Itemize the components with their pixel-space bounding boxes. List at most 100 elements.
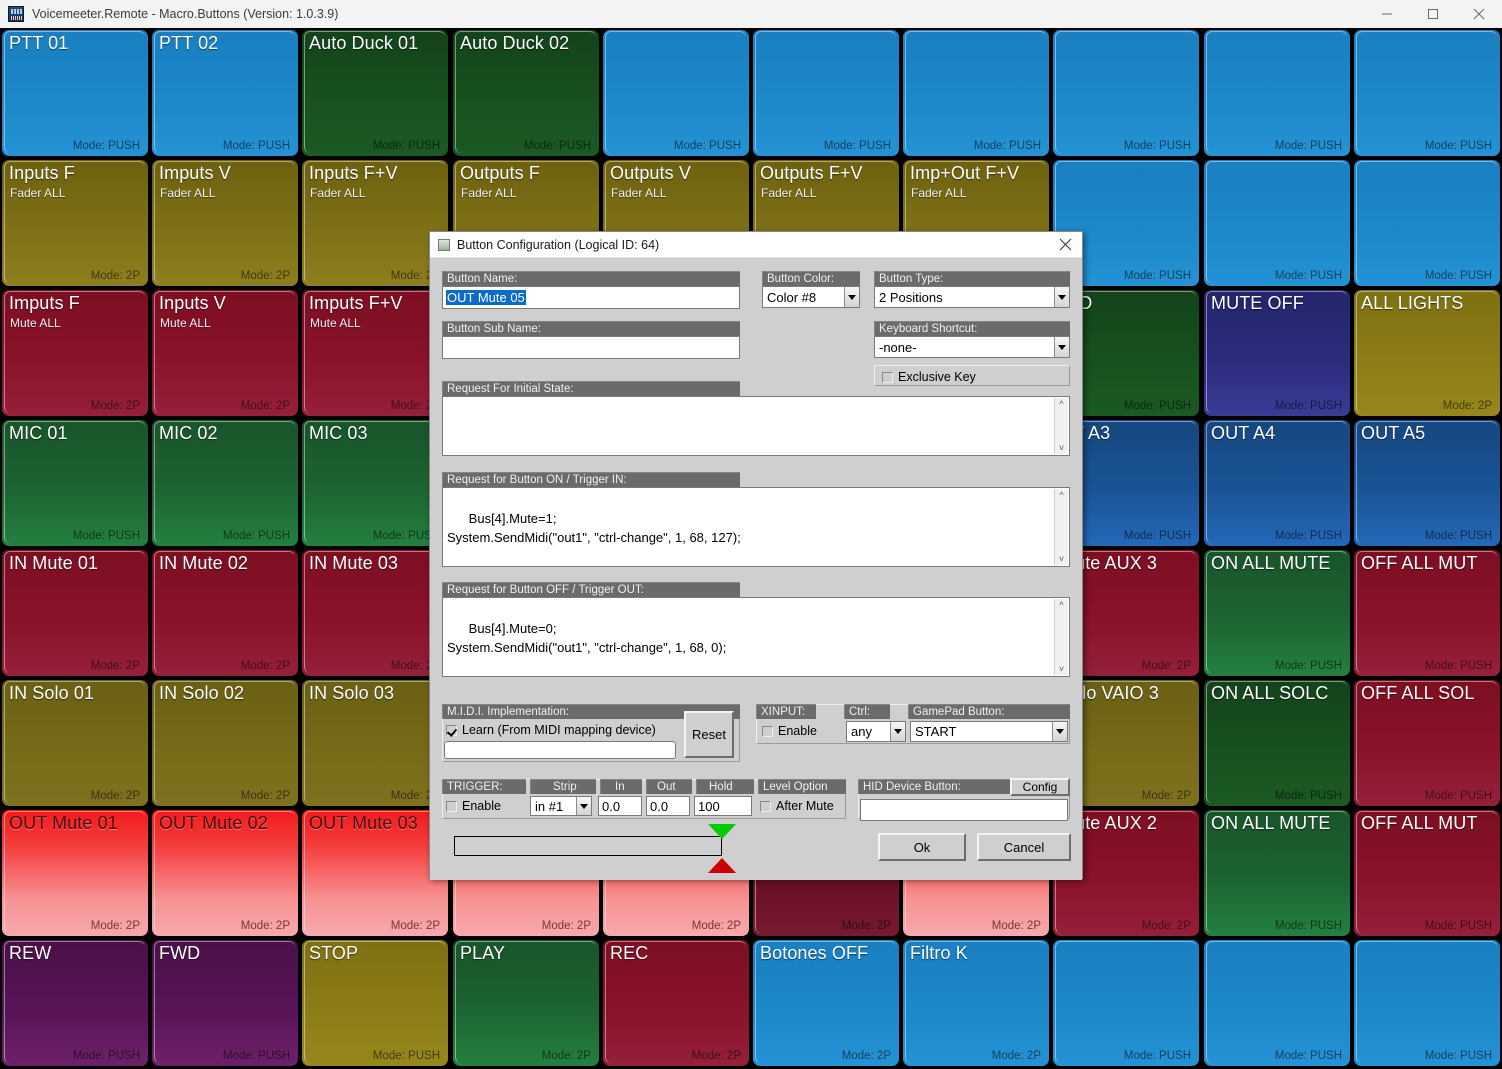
macro-pad-empty-79[interactable]: Mode: PUSH: [1354, 940, 1500, 1066]
macro-pad-mic-02[interactable]: MIC 02 Mode: PUSH: [152, 420, 298, 546]
macro-pad-off-all-mut[interactable]: OFF ALL MUT Mode: PUSH: [1354, 550, 1500, 676]
macro-pad-stop[interactable]: STOP Mode: PUSH: [302, 940, 448, 1066]
xinput-gamepad-value: START: [915, 724, 957, 739]
scrollbar[interactable]: ^ ˅: [1054, 489, 1068, 565]
exclusive-key-label: Exclusive Key: [898, 370, 976, 384]
chevron-down-icon[interactable]: [1054, 337, 1069, 357]
macro-pad-ptt-01[interactable]: PTT 01 Mode: PUSH: [2, 30, 148, 156]
macro-pad-empty-6[interactable]: Mode: PUSH: [903, 30, 1049, 156]
chevron-down-icon[interactable]: [1054, 287, 1069, 307]
macro-pad-imputs-f-v[interactable]: Imputs F+V Mute ALL Mode: 2P: [302, 290, 448, 416]
macro-pad-inputs-f[interactable]: Inputs F Fader ALL Mode: 2P: [2, 160, 148, 286]
macro-pad-mic-01[interactable]: MIC 01 Mode: PUSH: [2, 420, 148, 546]
button-sub-name-input[interactable]: [442, 336, 740, 359]
hid-device-button-input[interactable]: [860, 799, 1068, 821]
macro-pad-in-mute-03[interactable]: IN Mute 03 Mode: 2P: [302, 550, 448, 676]
macro-pad-inputs-f-v[interactable]: Inputs F+V Fader ALL Mode: 2P: [302, 160, 448, 286]
pad-name: IN Solo 02: [159, 683, 245, 703]
macro-pad-all-lights[interactable]: ALL LIGHTS Mode: 2P: [1354, 290, 1500, 416]
cancel-button[interactable]: Cancel: [977, 833, 1071, 861]
macro-pad-imputs-v[interactable]: Imputs V Fader ALL Mode: 2P: [152, 160, 298, 286]
macro-pad-out-a4[interactable]: OUT A4 Mode: PUSH: [1204, 420, 1350, 546]
chevron-down-icon[interactable]: [844, 287, 859, 307]
trigger-in-input[interactable]: 0.0: [598, 796, 642, 816]
macro-pad-in-solo-02[interactable]: IN Solo 02 Mode: 2P: [152, 680, 298, 806]
macro-pad-in-solo-03[interactable]: IN Solo 03 Mode: 2P: [302, 680, 448, 806]
scrollbar[interactable]: ^ ˅: [1054, 599, 1068, 675]
macro-pad-in-mute-02[interactable]: IN Mute 02 Mode: 2P: [152, 550, 298, 676]
level-threshold-high-marker[interactable]: [708, 824, 736, 839]
xinput-gamepad-select[interactable]: START: [910, 721, 1068, 742]
button-name-input[interactable]: OUT Mute 05: [442, 286, 740, 309]
pad-mode: Mode: 2P: [1141, 790, 1191, 802]
button-color-select[interactable]: Color #8: [762, 286, 860, 308]
trigger-strip-select[interactable]: in #1: [530, 796, 592, 816]
macro-pad-off-all-mut[interactable]: OFF ALL MUT Mode: PUSH: [1354, 810, 1500, 936]
macro-pad-empty-7[interactable]: Mode: PUSH: [1053, 30, 1199, 156]
macro-pad-out-mute-03[interactable]: OUT Mute 03 Mode: 2P: [302, 810, 448, 936]
chevron-down-icon[interactable]: [1052, 722, 1067, 741]
macro-pad-on-all-mute[interactable]: ON ALL MUTE Mode: PUSH: [1204, 810, 1350, 936]
macro-pad-auto-duck-01[interactable]: Auto Duck 01 Mode: PUSH: [302, 30, 448, 156]
chevron-down-icon[interactable]: [890, 722, 905, 741]
xinput-enable-checkbox[interactable]: Enable: [762, 724, 817, 738]
trigger-hold-input[interactable]: 100: [694, 796, 752, 816]
minimize-button[interactable]: [1364, 0, 1410, 28]
macro-pad-play[interactable]: PLAY Mode: 2P: [453, 940, 599, 1066]
xinput-ctrl-select[interactable]: any: [846, 721, 906, 742]
pad-mode: Mode: 2P: [1442, 400, 1492, 412]
macro-pad-off-all-sol[interactable]: OFF ALL SOL Mode: PUSH: [1354, 680, 1500, 806]
window-controls: [1364, 0, 1502, 28]
macro-pad-rew[interactable]: REW Mode: PUSH: [2, 940, 148, 1066]
macro-pad-on-all-mute[interactable]: ON ALL MUTE Mode: PUSH: [1204, 550, 1350, 676]
macro-pad-out-mute-02[interactable]: OUT Mute 02 Mode: 2P: [152, 810, 298, 936]
macro-pad-auto-duck-02[interactable]: Auto Duck 02 Mode: PUSH: [453, 30, 599, 156]
macro-pad-empty-8[interactable]: Mode: PUSH: [1204, 30, 1350, 156]
macro-pad-rec[interactable]: REC Mode: 2P: [603, 940, 749, 1066]
macro-pad-fwd[interactable]: FWD Mode: PUSH: [152, 940, 298, 1066]
macro-pad-out-mute-01[interactable]: OUT Mute 01 Mode: 2P: [2, 810, 148, 936]
request-off-textarea[interactable]: Bus[4].Mute=0; System.SendMidi("out1", "…: [442, 597, 1070, 677]
level-threshold-low-marker[interactable]: [708, 858, 736, 873]
macro-pad-inputs-v[interactable]: Inputs V Mute ALL Mode: 2P: [152, 290, 298, 416]
button-type-select[interactable]: 2 Positions: [874, 286, 1070, 308]
ok-button[interactable]: Ok: [878, 833, 966, 861]
exclusive-key-checkbox[interactable]: Exclusive Key: [882, 370, 976, 384]
macro-pad-on-all-solc[interactable]: ON ALL SOLC Mode: PUSH: [1204, 680, 1350, 806]
chevron-down-icon[interactable]: [576, 797, 591, 815]
macro-pad-botones-off[interactable]: Botones OFF Mode: 2P: [753, 940, 899, 1066]
close-button[interactable]: [1456, 0, 1502, 28]
midi-reset-button[interactable]: Reset: [684, 711, 734, 758]
pad-name: Imputs V: [159, 163, 231, 183]
scrollbar[interactable]: ^ ˅: [1054, 398, 1068, 454]
midi-learn-checkbox[interactable]: Learn (From MIDI mapping device): [446, 723, 656, 737]
macro-pad-empty-4[interactable]: Mode: PUSH: [603, 30, 749, 156]
macro-pad-mute-off[interactable]: MUTE OFF Mode: PUSH: [1204, 290, 1350, 416]
macro-pad-filtro-k[interactable]: Filtro K Mode: 2P: [903, 940, 1049, 1066]
macro-pad-empty-18[interactable]: Mode: PUSH: [1204, 160, 1350, 286]
macro-pad-empty-19[interactable]: Mode: PUSH: [1354, 160, 1500, 286]
macro-pad-empty-9[interactable]: Mode: PUSH: [1354, 30, 1500, 156]
trigger-out-input[interactable]: 0.0: [646, 796, 690, 816]
maximize-button[interactable]: [1410, 0, 1456, 28]
keyboard-shortcut-select[interactable]: -none-: [874, 336, 1070, 358]
macro-pad-in-mute-01[interactable]: IN Mute 01 Mode: 2P: [2, 550, 148, 676]
macro-pad-ptt-02[interactable]: PTT 02 Mode: PUSH: [152, 30, 298, 156]
request-on-textarea[interactable]: Bus[4].Mute=1; System.SendMidi("out1", "…: [442, 487, 1070, 567]
macro-pad-empty-77[interactable]: Mode: PUSH: [1053, 940, 1199, 1066]
app-icon: [8, 6, 24, 22]
trigger-enable-checkbox[interactable]: Enable: [446, 799, 501, 813]
xinput-ctrl-value: any: [851, 724, 872, 739]
macro-pad-out-a5[interactable]: OUT A5 Mode: PUSH: [1354, 420, 1500, 546]
dialog-close-icon[interactable]: [1048, 232, 1082, 257]
trigger-after-mute-checkbox[interactable]: After Mute: [760, 799, 834, 813]
macro-pad-mic-03[interactable]: MIC 03 Mode: PUSH: [302, 420, 448, 546]
hid-config-button[interactable]: Config: [1010, 778, 1070, 796]
macro-pad-empty-78[interactable]: Mode: PUSH: [1204, 940, 1350, 1066]
macro-pad-empty-5[interactable]: Mode: PUSH: [753, 30, 899, 156]
macro-pad-in-solo-01[interactable]: IN Solo 01 Mode: 2P: [2, 680, 148, 806]
macro-pad-imputs-f[interactable]: Imputs F Mute ALL Mode: 2P: [2, 290, 148, 416]
checkbox-box: [446, 800, 457, 812]
midi-learn-input[interactable]: [444, 741, 676, 759]
initial-state-textarea[interactable]: ^ ˅: [442, 396, 1070, 456]
